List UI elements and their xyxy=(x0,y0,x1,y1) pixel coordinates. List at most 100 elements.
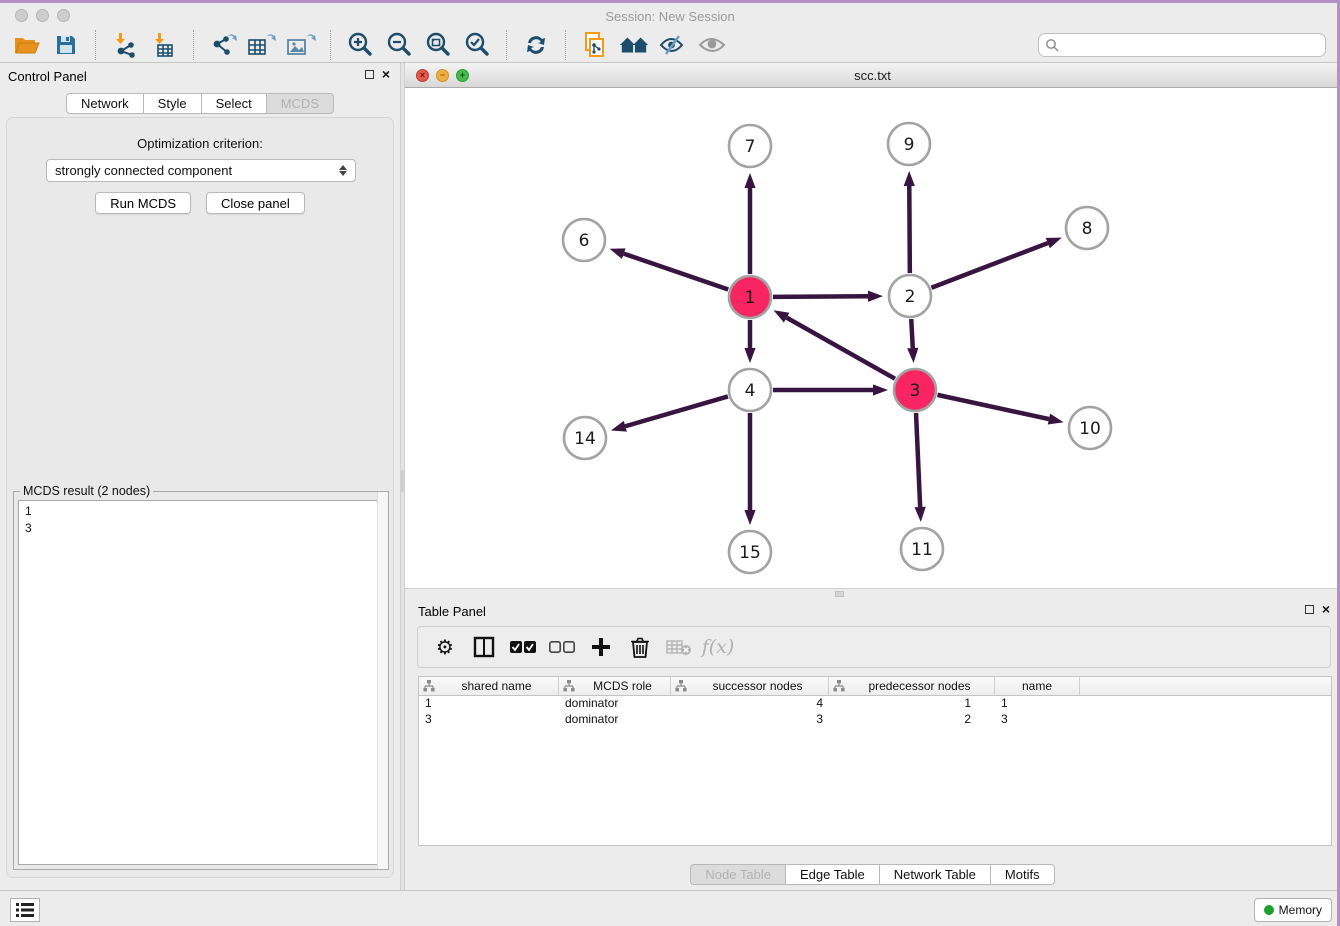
import-table-icon[interactable] xyxy=(149,31,179,59)
cell-mcds-role[interactable]: dominator xyxy=(559,696,671,712)
svg-text:15: 15 xyxy=(739,543,761,563)
import-network-icon[interactable] xyxy=(110,31,140,59)
divider-handle[interactable] xyxy=(401,470,404,492)
table-row[interactable]: 3 dominator 3 2 3 xyxy=(419,712,1331,728)
graph-node-8[interactable]: 8 xyxy=(1066,207,1108,249)
column-manager-icon[interactable] xyxy=(471,634,497,660)
column-header-predecessor-nodes[interactable]: predecessor nodes xyxy=(829,677,995,695)
graph-node-10[interactable]: 10 xyxy=(1069,407,1111,449)
svg-text:14: 14 xyxy=(574,429,596,449)
network-canvas[interactable]: 7 9 6 8 1 2 4 3 14 10 15 11 xyxy=(405,88,1340,588)
graph-node-11[interactable]: 11 xyxy=(901,528,943,570)
graph-edge-4-14[interactable] xyxy=(611,396,728,431)
graph-edge-4-15[interactable] xyxy=(744,413,755,525)
export-image-icon[interactable] xyxy=(286,31,316,59)
cell-name[interactable]: 3 xyxy=(995,712,1080,728)
graph-node-9[interactable]: 9 xyxy=(888,123,930,165)
function-builder-icon[interactable]: f(x) xyxy=(705,634,731,660)
mcds-result-text[interactable]: 1 3 xyxy=(18,500,384,865)
close-panel-button[interactable]: Close panel xyxy=(206,192,305,214)
search-input[interactable] xyxy=(1059,38,1319,52)
svg-text:10: 10 xyxy=(1079,419,1101,439)
graph-edge-3-10[interactable] xyxy=(937,395,1063,425)
add-column-icon[interactable] xyxy=(588,634,614,660)
delete-table-icon[interactable] xyxy=(666,634,692,660)
control-panel-float-icon[interactable] xyxy=(365,70,374,79)
table-row[interactable]: 1 dominator 4 1 1 xyxy=(419,696,1331,712)
cell-successor-nodes[interactable]: 4 xyxy=(671,696,829,712)
show-visual-properties-icon[interactable] xyxy=(697,31,727,59)
zoom-fit-icon[interactable] xyxy=(423,31,453,59)
home-views-icon[interactable] xyxy=(619,31,649,59)
deselect-all-icon[interactable] xyxy=(549,634,575,660)
tab-select[interactable]: Select xyxy=(201,93,266,114)
graph-node-2[interactable]: 2 xyxy=(889,275,931,317)
graph-edge-1-6[interactable] xyxy=(610,248,729,289)
tab-mcds[interactable]: MCDS xyxy=(266,93,334,114)
zoom-selected-icon[interactable] xyxy=(462,31,492,59)
criterion-select[interactable]: strongly connected component xyxy=(46,159,356,182)
graph-edge-1-7[interactable] xyxy=(744,173,755,274)
svg-text:4: 4 xyxy=(745,381,756,401)
table-header-row: shared name MCDS role successor nodes pr… xyxy=(419,677,1331,696)
divider-handle[interactable] xyxy=(835,591,844,597)
memory-button[interactable]: Memory xyxy=(1254,898,1332,922)
apply-layout-icon[interactable] xyxy=(521,31,551,59)
graph-node-3[interactable]: 3 xyxy=(894,369,936,411)
table-panel-close-icon[interactable]: × xyxy=(1322,604,1330,614)
cell-mcds-role[interactable]: dominator xyxy=(559,712,671,728)
column-settings-icon[interactable]: ⚙ xyxy=(432,634,458,660)
tab-motifs[interactable]: Motifs xyxy=(990,864,1055,885)
tab-network[interactable]: Network xyxy=(66,93,143,114)
graph-edge-1-4[interactable] xyxy=(744,320,755,363)
graph-edge-2-8[interactable] xyxy=(931,238,1061,288)
control-panel-title: Control Panel xyxy=(8,69,87,84)
graph-edge-2-9[interactable] xyxy=(904,171,915,273)
table-panel-float-icon[interactable] xyxy=(1305,605,1314,614)
duplicate-network-icon[interactable] xyxy=(580,31,610,59)
graph-edge-3-11[interactable] xyxy=(915,413,926,522)
tab-edge-table[interactable]: Edge Table xyxy=(785,864,879,885)
tab-node-table[interactable]: Node Table xyxy=(690,864,785,885)
tab-network-table[interactable]: Network Table xyxy=(879,864,990,885)
cell-predecessor-nodes[interactable]: 1 xyxy=(829,696,995,712)
graph-node-15[interactable]: 15 xyxy=(729,531,771,573)
graph-node-14[interactable]: 14 xyxy=(564,417,606,459)
task-history-button[interactable] xyxy=(10,898,40,922)
run-mcds-button[interactable]: Run MCDS xyxy=(95,192,191,214)
hide-visual-properties-icon[interactable] xyxy=(658,31,688,59)
open-session-icon[interactable] xyxy=(12,31,42,59)
graph-edge-4-3[interactable] xyxy=(773,384,888,395)
select-all-icon[interactable] xyxy=(510,634,536,660)
cell-shared-name[interactable]: 3 xyxy=(419,712,559,728)
column-header-shared-name[interactable]: shared name xyxy=(419,677,559,695)
save-session-icon[interactable] xyxy=(51,31,81,59)
zoom-out-icon[interactable] xyxy=(384,31,414,59)
graph-edge-3-1[interactable] xyxy=(774,310,895,378)
result-scrollbar[interactable] xyxy=(377,492,388,869)
export-network-icon[interactable] xyxy=(208,31,238,59)
graph-edge-2-3[interactable] xyxy=(907,319,918,363)
delete-column-icon[interactable] xyxy=(627,634,653,660)
control-panel-close-icon[interactable]: × xyxy=(382,69,390,79)
graph-node-6[interactable]: 6 xyxy=(563,219,605,261)
network-frame-titlebar[interactable]: × − + scc.txt xyxy=(405,63,1340,88)
zoom-in-icon[interactable] xyxy=(345,31,375,59)
graph-node-7[interactable]: 7 xyxy=(729,125,771,167)
graph-node-4[interactable]: 4 xyxy=(729,369,771,411)
search-field[interactable] xyxy=(1038,33,1326,57)
horizontal-split-divider[interactable] xyxy=(405,588,1340,598)
export-table-icon[interactable] xyxy=(247,31,277,59)
column-header-name[interactable]: name xyxy=(995,677,1080,695)
select-stepper-icon xyxy=(339,165,347,176)
graph-node-1[interactable]: 1 xyxy=(729,276,771,318)
network-frame-title: scc.txt xyxy=(405,68,1340,83)
cell-predecessor-nodes[interactable]: 2 xyxy=(829,712,995,728)
tab-style[interactable]: Style xyxy=(143,93,201,114)
cell-name[interactable]: 1 xyxy=(995,696,1080,712)
graph-edge-1-2[interactable] xyxy=(773,291,883,302)
column-header-successor-nodes[interactable]: successor nodes xyxy=(671,677,829,695)
column-header-mcds-role[interactable]: MCDS role xyxy=(559,677,671,695)
cell-shared-name[interactable]: 1 xyxy=(419,696,559,712)
cell-successor-nodes[interactable]: 3 xyxy=(671,712,829,728)
